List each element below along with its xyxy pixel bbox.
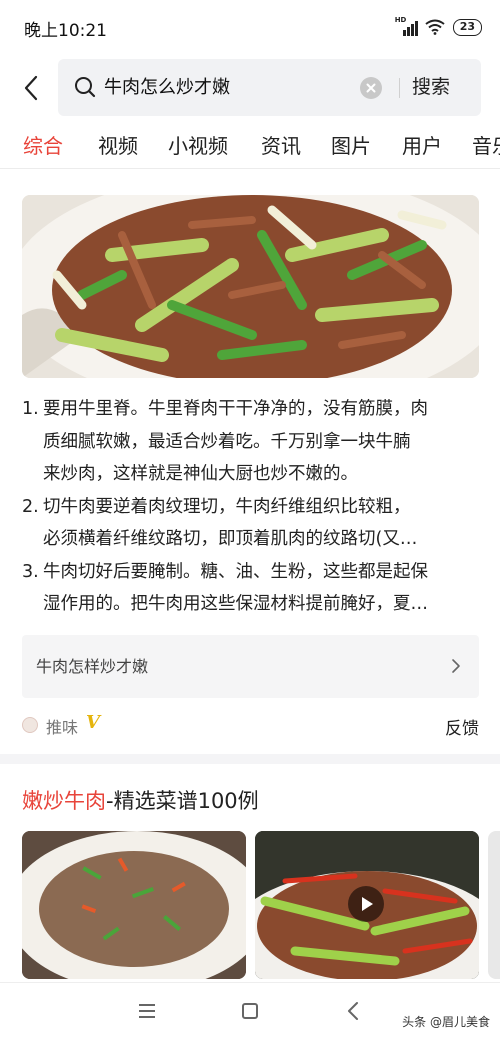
search-input[interactable] [104, 59, 354, 116]
signal-hd-label: HD [394, 16, 407, 24]
recipe-title-rest: -精选菜谱100例 [106, 789, 259, 813]
answer-list: 1. 要用牛里脊。牛里脊肉干干净净的，没有筋膜，肉 质细腻软嫩，最适合炒着吃。千… [22, 393, 482, 621]
section-gap [0, 754, 500, 764]
play-icon [362, 897, 373, 911]
source-avatar[interactable] [22, 717, 38, 733]
tab-video[interactable]: 视频 [98, 130, 138, 159]
recipe-thumbnail[interactable] [22, 831, 246, 979]
recipe-video-thumbnail[interactable] [255, 831, 479, 979]
tab-images[interactable]: 图片 [331, 130, 371, 159]
status-time: 晚上10:21 [24, 21, 107, 41]
tab-news[interactable]: 资讯 [261, 130, 301, 159]
list-text: 切牛肉要逆着肉纹理切，牛肉纤维组织比较粗， 必须横着纤维纹路切，即顶着肌肉的纹路… [43, 491, 482, 556]
clear-icon[interactable] [360, 77, 382, 99]
beef-dish-image[interactable] [22, 195, 479, 378]
verified-badge-icon: V [86, 712, 100, 733]
list-item: 1. 要用牛里脊。牛里脊肉干干净净的，没有筋膜，肉 质细腻软嫩，最适合炒着吃。千… [22, 393, 482, 491]
tab-divider [0, 168, 500, 169]
related-query-link[interactable]: 牛肉怎样炒才嫩 [22, 635, 479, 698]
menu-icon[interactable] [139, 1003, 157, 1019]
tab-users[interactable]: 用户 [402, 130, 442, 159]
search-row: 搜索 [0, 56, 500, 120]
system-nav-bar: 头条 @眉儿美食 [0, 982, 500, 1040]
list-line: 质细腻软嫩，最适合炒着吃。千万别拿一块牛腩 [43, 431, 411, 452]
tab-all[interactable]: 综合 [23, 130, 63, 159]
list-line: 湿作用的。把牛肉用这些保湿材料提前腌好，夏… [43, 594, 428, 614]
list-text: 要用牛里脊。牛里脊肉干干净净的，没有筋膜，肉 质细腻软嫩，最适合炒着吃。千万别拿… [43, 393, 482, 491]
back-button[interactable] [14, 68, 48, 108]
list-item: 2. 切牛肉要逆着肉纹理切，牛肉纤维组织比较粗， 必须横着纤维纹路切，即顶着肌肉… [22, 491, 482, 556]
feedback-button[interactable]: 反馈 [445, 714, 479, 739]
list-text: 牛肉切好后要腌制。糖、油、生粉，这些都是起保 湿作用的。把牛肉用这些保湿材料提前… [43, 556, 482, 621]
nav-back-icon[interactable] [347, 1001, 359, 1021]
search-button[interactable]: 搜索 [412, 59, 450, 116]
recipe-thumbnail[interactable] [488, 831, 500, 979]
chevron-right-icon [452, 659, 460, 673]
status-icons: HD 23 [395, 16, 482, 38]
list-line: 要用牛里脊。牛里脊肉干干净净的，没有筋膜，肉 [43, 399, 428, 419]
list-number: 1. [22, 399, 39, 419]
recipe-title-highlight: 嫩炒牛肉 [22, 789, 106, 813]
watermark: 头条 @眉儿美食 [402, 1015, 490, 1029]
source-name[interactable]: 推味 [46, 714, 78, 738]
tab-music[interactable]: 音乐 [472, 130, 500, 159]
list-item: 3. 牛肉切好后要腌制。糖、油、生粉，这些都是起保 湿作用的。把牛肉用这些保湿材… [22, 556, 482, 621]
status-bar: 晚上10:21 HD 23 [0, 0, 500, 56]
list-number: 3. [22, 561, 39, 582]
play-button[interactable] [348, 886, 384, 922]
search-divider [399, 78, 400, 98]
tab-short-video[interactable]: 小视频 [168, 130, 228, 159]
recipe-card-title[interactable]: 嫩炒牛肉-精选菜谱100例 [22, 785, 259, 815]
battery-icon: 23 [452, 18, 482, 36]
list-line: 来炒肉，这样就是神仙大厨也炒不嫩的。 [43, 464, 358, 484]
back-arrow-icon [24, 75, 38, 101]
home-icon[interactable] [242, 1003, 258, 1019]
wifi-icon [425, 19, 445, 35]
search-box[interactable]: 搜索 [58, 59, 481, 116]
list-line: 必须横着纤维纹路切，即顶着肌肉的纹路切(又… [43, 529, 418, 549]
signal-icon: HD [394, 16, 418, 36]
list-line: 牛肉切好后要腌制。糖、油、生粉，这些都是起保 [43, 561, 428, 582]
search-icon [75, 77, 96, 98]
list-number: 2. [22, 496, 39, 517]
related-query-text: 牛肉怎样炒才嫩 [36, 657, 149, 676]
tab-bar: 综合 视频 小视频 资讯 图片 用户 音乐 [0, 124, 500, 168]
list-line: 切牛肉要逆着肉纹理切，牛肉纤维组织比较粗， [43, 496, 411, 517]
source-row: 推味 V 反馈 [22, 712, 479, 740]
